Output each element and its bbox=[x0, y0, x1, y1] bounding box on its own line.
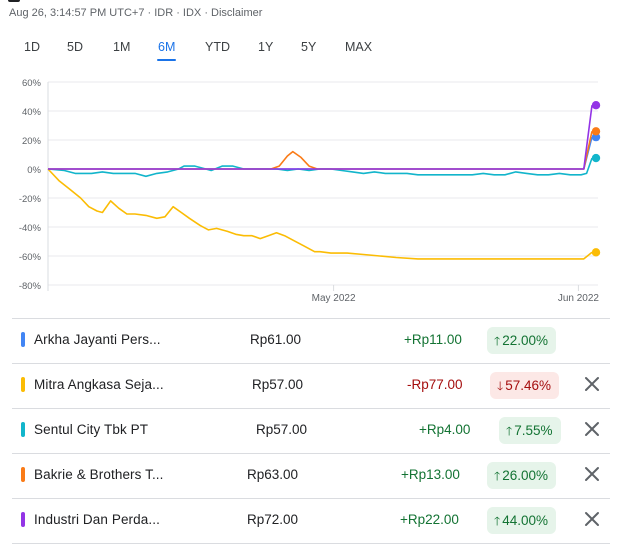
close-icon[interactable] bbox=[582, 509, 602, 529]
series-end-point bbox=[591, 248, 601, 257]
x-tick-label: May 2022 bbox=[312, 293, 356, 304]
arrow-up-icon: 🡑 bbox=[506, 424, 513, 438]
range-tab-1m[interactable]: 1M bbox=[113, 40, 130, 54]
y-tick-label: 0% bbox=[27, 165, 41, 176]
percent-change-badge: 🡓 57.46% bbox=[490, 372, 560, 399]
list-item[interactable]: Bakrie & Brothers T... Rp63.00 +Rp13.00 … bbox=[12, 454, 610, 499]
percent-change-badge: 🡑 26.00% bbox=[487, 462, 557, 489]
stock-price: Rp72.00 bbox=[247, 512, 299, 527]
series-color-swatch bbox=[21, 377, 25, 392]
y-tick-label: 40% bbox=[22, 107, 42, 118]
y-tick-label: -20% bbox=[19, 194, 42, 205]
range-tab-6m[interactable]: 6M bbox=[156, 40, 177, 61]
list-item[interactable]: Sentul City Tbk PT Rp57.00 +Rp4.00 🡑 7.55… bbox=[12, 409, 610, 454]
stock-price: Rp57.00 bbox=[256, 422, 308, 437]
series-end-point bbox=[591, 101, 601, 110]
percent-change-badge: 🡑 7.55% bbox=[499, 417, 561, 444]
series-color-swatch bbox=[21, 467, 25, 482]
list-item[interactable]: Arkha Jayanti Pers... Rp61.00 +Rp11.00 🡑… bbox=[12, 318, 610, 364]
close-icon[interactable] bbox=[582, 374, 602, 394]
close-icon[interactable] bbox=[582, 419, 602, 439]
range-tab-ytd[interactable]: YTD bbox=[205, 40, 230, 54]
price-change: +Rp13.00 bbox=[401, 467, 460, 482]
stock-price: Rp61.00 bbox=[250, 332, 302, 347]
price-change: +Rp4.00 bbox=[419, 422, 471, 437]
series-end-point bbox=[591, 153, 601, 163]
close-icon[interactable] bbox=[582, 464, 602, 484]
percent-change-badge: 🡑 22.00% bbox=[487, 327, 557, 354]
series-color-swatch bbox=[21, 512, 25, 527]
arrow-down-icon: 🡓 bbox=[497, 379, 504, 393]
stock-name: Industri Dan Perda... bbox=[34, 512, 160, 527]
range-tab-max[interactable]: MAX bbox=[345, 40, 372, 54]
stock-price: Rp57.00 bbox=[252, 377, 304, 392]
comparison-chart: 60% 40% 20% 0% -20% -40% -60% -80% May 2022 Jun 2… bbox=[19, 78, 601, 304]
series-end-point bbox=[591, 127, 601, 136]
stock-name: Mitra Angkasa Seja... bbox=[34, 377, 164, 392]
y-tick-label: -80% bbox=[19, 281, 42, 292]
series-line bbox=[48, 105, 593, 170]
arrow-up-icon: 🡑 bbox=[494, 469, 501, 483]
series-line bbox=[48, 131, 593, 170]
price-change: -Rp77.00 bbox=[407, 377, 463, 392]
stock-name: Sentul City Tbk PT bbox=[34, 422, 149, 437]
list-item[interactable]: Industri Dan Perda... Rp72.00 +Rp22.00 🡑… bbox=[12, 499, 610, 544]
title-fragment bbox=[8, 0, 20, 2]
timestamp-line: Aug 26, 3:14:57 PM UTC+7 · IDR · IDX · D… bbox=[9, 7, 263, 19]
range-tab-5y[interactable]: 5Y bbox=[301, 40, 316, 54]
list-item[interactable]: Mitra Angkasa Seja... Rp57.00 -Rp77.00 🡓… bbox=[12, 364, 610, 409]
comparison-list: Arkha Jayanti Pers... Rp61.00 +Rp11.00 🡑… bbox=[12, 318, 610, 544]
percent-change-badge: 🡑 44.00% bbox=[487, 507, 557, 534]
range-tab-5d[interactable]: 5D bbox=[67, 40, 83, 54]
range-tab-1d[interactable]: 1D bbox=[24, 40, 40, 54]
series-color-swatch bbox=[21, 422, 25, 437]
price-change: +Rp22.00 bbox=[400, 512, 459, 527]
price-change: +Rp11.00 bbox=[404, 332, 462, 347]
series-line bbox=[47, 168, 593, 260]
stock-name: Arkha Jayanti Pers... bbox=[34, 332, 161, 347]
stock-price: Rp63.00 bbox=[247, 467, 299, 482]
range-tab-1y[interactable]: 1Y bbox=[258, 40, 273, 54]
series-line bbox=[47, 157, 593, 178]
series-line bbox=[48, 136, 593, 170]
y-tick-label: 20% bbox=[22, 136, 42, 147]
arrow-up-icon: 🡑 bbox=[494, 334, 501, 348]
stock-name: Bakrie & Brothers T... bbox=[34, 467, 164, 482]
x-tick-label: Jun 2022 bbox=[558, 293, 600, 304]
arrow-up-icon: 🡑 bbox=[494, 514, 501, 528]
y-tick-label: -40% bbox=[19, 223, 42, 234]
series-color-swatch bbox=[21, 332, 25, 347]
y-tick-label: 60% bbox=[22, 78, 42, 89]
y-tick-label: -60% bbox=[19, 252, 42, 263]
